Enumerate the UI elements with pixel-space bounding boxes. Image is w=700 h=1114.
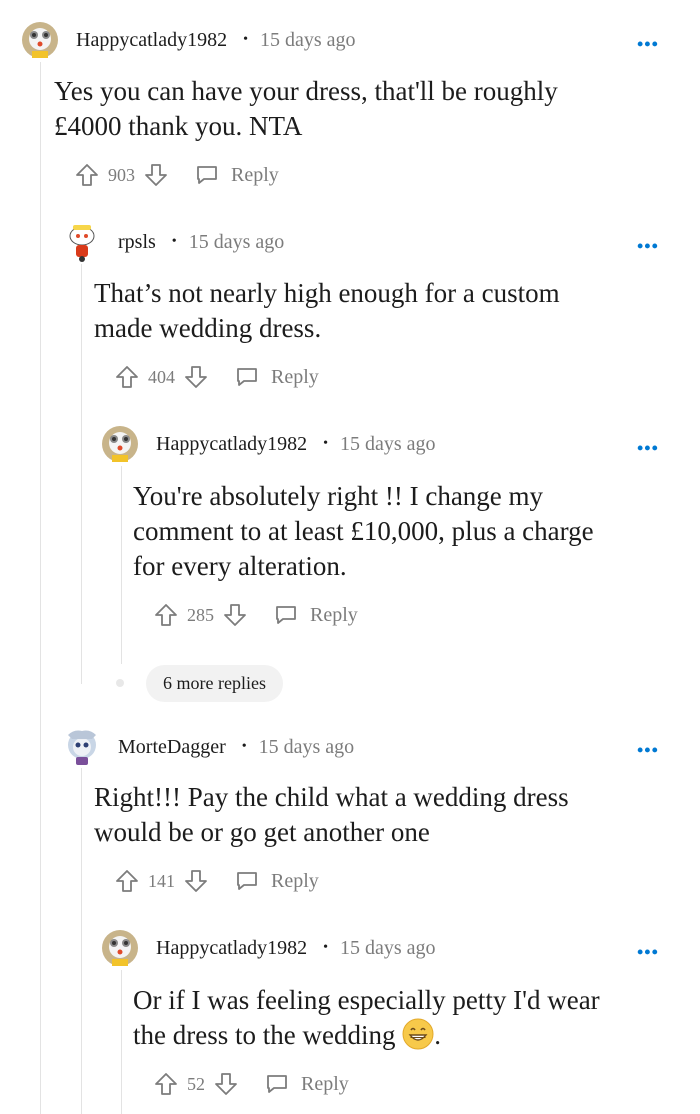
comment-header: Happycatlady1982 • 15 days ago [100, 928, 436, 968]
comment-body-line: Or if I was feeling especially petty I'd… [133, 985, 600, 1015]
comment-body-line-with-emoji: the dress to the wedding . [133, 1018, 600, 1053]
comment-timestamp[interactable]: 15 days ago [340, 937, 436, 960]
comment-body: Or if I was feeling especially petty I'd… [133, 983, 600, 1053]
comment-body-text: . [434, 1020, 441, 1050]
separator-dot: • [323, 940, 328, 955]
arrow-up-icon[interactable] [153, 1071, 179, 1097]
comment-body-text: the dress to the wedding [133, 1020, 396, 1050]
cat-avatar-icon [102, 930, 138, 966]
vote-score: 52 [187, 1073, 205, 1094]
speech-bubble-icon [267, 1075, 287, 1093]
grinning-face-icon [402, 1018, 434, 1050]
reply-button[interactable]: Reply [265, 1073, 349, 1096]
comment-author[interactable]: Happycatlady1982 [156, 937, 307, 960]
reply-label: Reply [301, 1072, 349, 1095]
comment-actions: 52 Reply [153, 1069, 349, 1099]
more-options-button[interactable]: ••• [637, 942, 659, 963]
arrow-down-icon[interactable] [213, 1071, 239, 1097]
comment: Happycatlady1982 • 15 days ago ••• Or if… [0, 0, 700, 1114]
user-avatar[interactable] [100, 928, 140, 968]
